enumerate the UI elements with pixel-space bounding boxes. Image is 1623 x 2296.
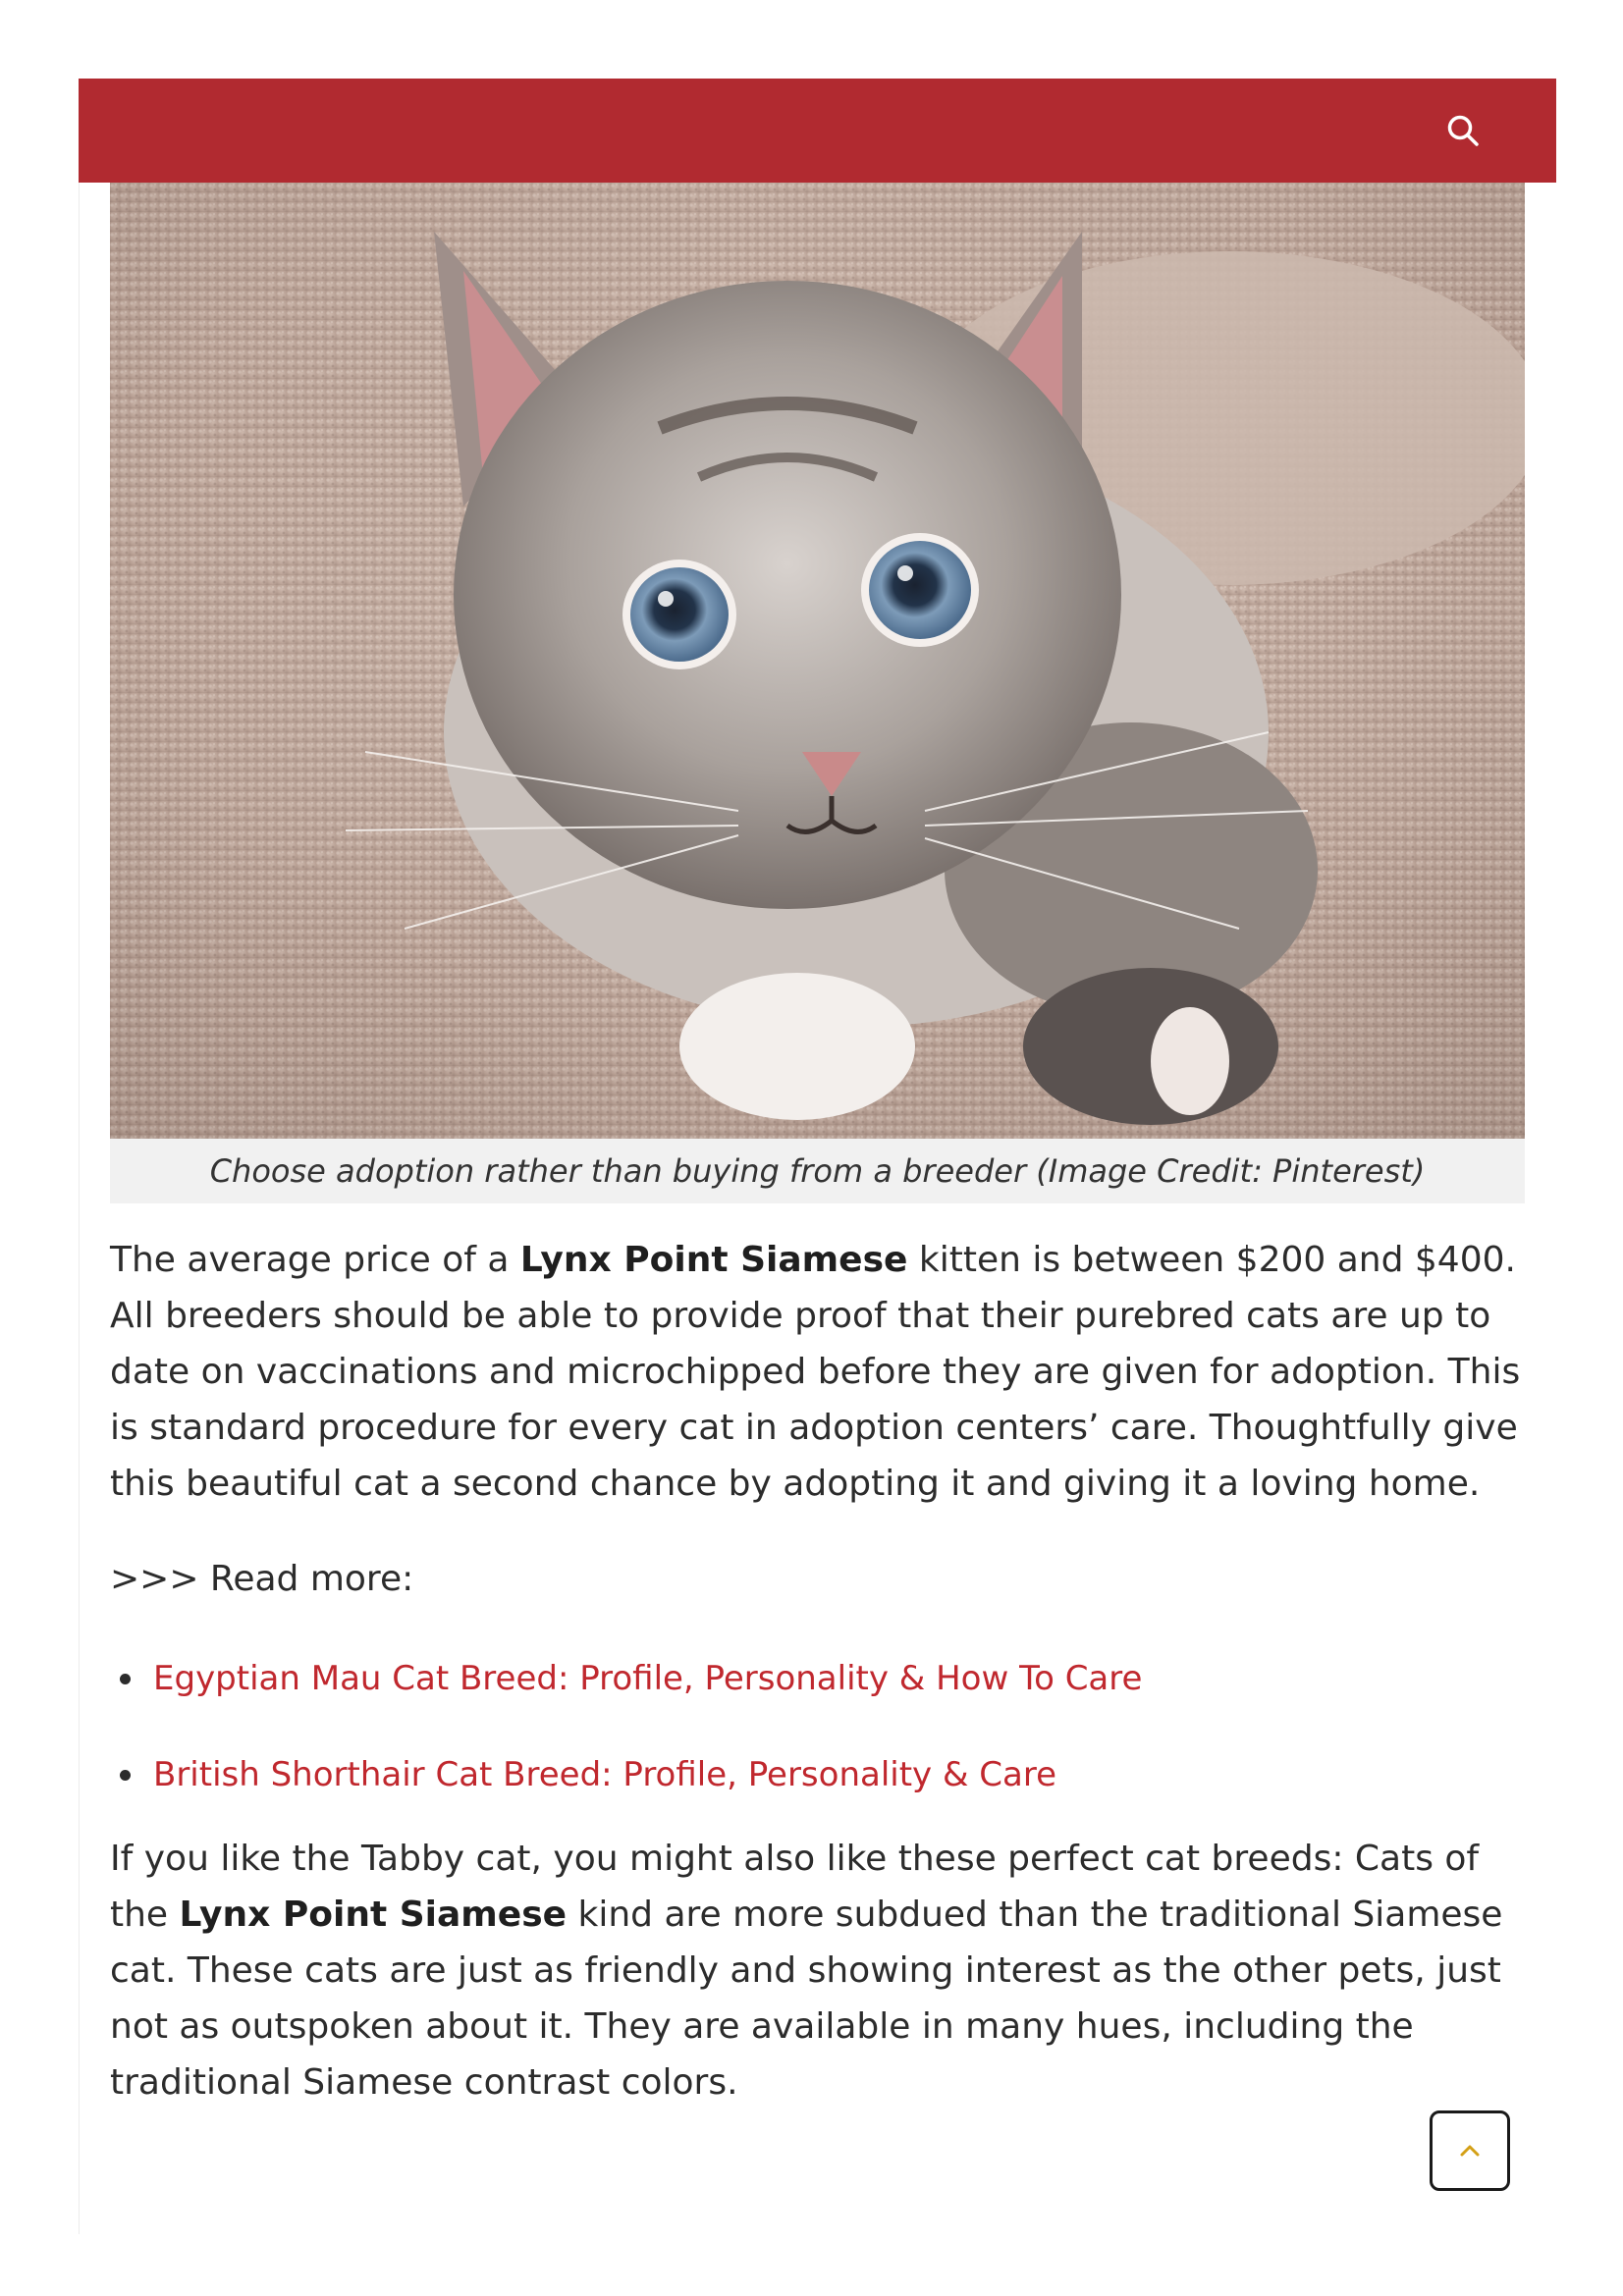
- search-button[interactable]: [1440, 108, 1486, 153]
- paragraph-text: The average price of a: [110, 1240, 520, 1280]
- article-body: The average price of a Lynx Point Siames…: [110, 1232, 1525, 2110]
- article-figure: Choose adoption rather than buying from …: [110, 183, 1525, 1203]
- list-item: British Shorthair Cat Breed: Profile, Pe…: [110, 1746, 1525, 1802]
- related-articles-list: Egyptian Mau Cat Breed: Profile, Persona…: [110, 1650, 1525, 1802]
- back-to-top-button[interactable]: [1430, 2110, 1510, 2191]
- related-link-egyptian-mau[interactable]: Egyptian Mau Cat Breed: Profile, Persona…: [153, 1659, 1142, 1698]
- content-border: [79, 183, 80, 2234]
- list-item: Egyptian Mau Cat Breed: Profile, Persona…: [110, 1650, 1525, 1706]
- paragraph-price: The average price of a Lynx Point Siames…: [110, 1232, 1525, 1512]
- paragraph-temperament: If you like the Tabby cat, you might als…: [110, 1831, 1525, 2110]
- read-more-label: >>> Read more:: [110, 1559, 414, 1599]
- breed-name-bold: Lynx Point Siamese: [179, 1895, 568, 1935]
- image-caption: Choose adoption rather than buying from …: [110, 1139, 1525, 1203]
- cat-photo: [110, 183, 1525, 1139]
- breed-name-bold: Lynx Point Siamese: [519, 1240, 908, 1280]
- site-header: [79, 79, 1556, 183]
- search-icon: [1447, 115, 1479, 146]
- chevron-up-icon: [1460, 2145, 1480, 2157]
- related-link-british-shorthair[interactable]: British Shorthair Cat Breed: Profile, Pe…: [153, 1755, 1056, 1794]
